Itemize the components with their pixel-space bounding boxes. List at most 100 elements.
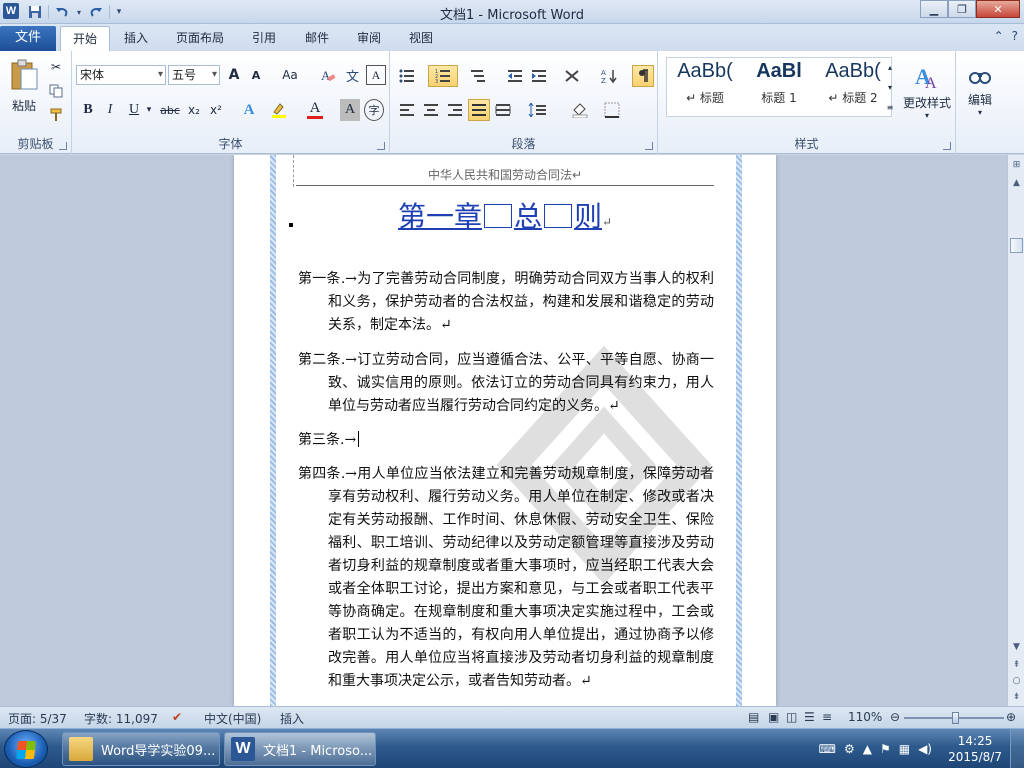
sort-icon[interactable]: AZ (598, 65, 620, 87)
network-icon[interactable]: ▦ (899, 742, 910, 756)
chapter-heading[interactable]: 第一章总则↵ (296, 195, 714, 235)
editing-button[interactable]: 编辑 ▾ (960, 55, 1000, 127)
taskbar-item-word[interactable]: W 文档1 - Microso... (224, 732, 376, 766)
multilevel-list-icon[interactable] (466, 65, 490, 87)
volume-icon[interactable]: ◀) (918, 742, 932, 756)
vertical-scrollbar[interactable]: ⊞ ▲ ▼ ⇞ ○ ⇟ (1007, 155, 1024, 706)
align-left-icon[interactable] (396, 99, 418, 121)
show-marks-icon[interactable] (632, 65, 654, 87)
bullets-icon[interactable] (396, 65, 418, 87)
proofing-icon[interactable]: ✔ (172, 710, 182, 724)
highlight-icon[interactable] (268, 99, 290, 121)
word-count[interactable]: 字数: 11,097 (84, 710, 158, 727)
document-page[interactable]: 中华人民共和国劳动合同法↵ 第一章总则↵ 第一条.→为了完善劳动合同制度，明确劳… (234, 155, 776, 706)
scroll-down-icon[interactable]: ▼ (1010, 641, 1023, 654)
previous-page-icon[interactable]: ⇞ (1010, 659, 1023, 672)
tab-file[interactable]: 文件 (0, 26, 56, 51)
char-shading-button[interactable]: A (340, 99, 360, 121)
web-layout-view-icon[interactable]: ◫ (786, 710, 797, 724)
styles-more-icon[interactable]: ≡ (884, 97, 896, 117)
keyboard-icon[interactable]: ⌨ (819, 742, 836, 756)
change-case-button[interactable]: Aa (276, 65, 304, 85)
shading-icon[interactable] (566, 99, 594, 121)
zoom-level[interactable]: 110% (848, 710, 882, 724)
align-center-icon[interactable] (420, 99, 442, 121)
page-count[interactable]: 页面: 5/37 (8, 710, 67, 727)
font-size-combo[interactable]: 五号 (168, 65, 220, 85)
tab-references[interactable]: 引用 (242, 26, 286, 51)
underline-dropdown-icon[interactable]: ▾ (144, 99, 154, 121)
font-color-button[interactable]: A (304, 99, 326, 121)
paragraph-launcher-icon[interactable] (645, 142, 653, 150)
article-4[interactable]: 第四条.→用人单位应当依法建立和完善劳动规章制度，保障劳动者享有劳动权利、履行劳… (298, 463, 714, 693)
italic-button[interactable]: I (100, 99, 120, 121)
article-3[interactable]: 第三条.→ (298, 429, 714, 452)
tab-home[interactable]: 开始 (60, 26, 110, 51)
shrink-font-button[interactable]: A (246, 65, 266, 85)
tab-page-layout[interactable]: 页面布局 (168, 26, 232, 51)
style-item-heading-1[interactable]: AaBl 标题 1 (743, 60, 815, 116)
bold-button[interactable]: B (78, 99, 98, 121)
align-right-icon[interactable] (444, 99, 466, 121)
full-screen-view-icon[interactable]: ▣ (768, 710, 779, 724)
draft-view-icon[interactable]: ≡ (822, 710, 832, 724)
page-header-text[interactable]: 中华人民共和国劳动合同法↵ (296, 166, 714, 183)
insert-mode-indicator[interactable]: 插入 (280, 710, 304, 727)
superscript-button[interactable]: x² (206, 99, 226, 121)
char-border-icon[interactable]: A (366, 65, 386, 85)
decrease-indent-icon[interactable] (504, 65, 526, 87)
show-desktop-button[interactable] (1010, 729, 1024, 768)
next-page-icon[interactable]: ⇟ (1010, 691, 1023, 704)
tab-review[interactable]: 审阅 (347, 26, 391, 51)
paste-button[interactable]: 粘贴 (6, 55, 42, 117)
font-launcher-icon[interactable] (377, 142, 385, 150)
clipboard-launcher-icon[interactable] (59, 142, 67, 150)
action-center-icon[interactable]: ⚑ (880, 742, 891, 756)
copy-icon[interactable] (46, 81, 66, 101)
tab-view[interactable]: 视图 (399, 26, 443, 51)
zoom-in-icon[interactable]: ⊕ (1006, 710, 1016, 724)
cut-icon[interactable]: ✂ (46, 57, 66, 77)
scroll-thumb[interactable] (1010, 238, 1023, 253)
tab-insert[interactable]: 插入 (114, 26, 158, 51)
style-item-title[interactable]: AaBb( ↵ 标题 (669, 60, 741, 116)
styles-scroll-up-icon[interactable]: ▴ (884, 57, 896, 77)
clear-formatting-icon[interactable]: A (318, 65, 338, 85)
zoom-out-icon[interactable]: ⊖ (890, 710, 900, 724)
print-layout-view-icon[interactable]: ▤ (748, 710, 759, 724)
underline-button[interactable]: U (124, 99, 144, 121)
distributed-icon[interactable] (492, 99, 514, 121)
document-area[interactable]: 中华人民共和国劳动合同法↵ 第一章总则↵ 第一条.→为了完善劳动合同制度，明确劳… (0, 155, 1007, 706)
font-name-combo[interactable]: 宋体 (76, 65, 166, 85)
chinese-layout-icon[interactable] (560, 65, 586, 87)
borders-icon[interactable] (598, 99, 626, 121)
minimize-ribbon-icon[interactable]: ⌃ (994, 29, 1004, 43)
scroll-up-icon[interactable]: ▲ (1010, 177, 1023, 190)
phonetic-guide-icon[interactable]: 文 (342, 65, 362, 85)
article-1[interactable]: 第一条.→为了完善劳动合同制度，明确劳动合同双方当事人的权利和义务，保护劳动者的… (298, 268, 714, 337)
line-spacing-icon[interactable] (524, 99, 552, 121)
taskbar-item-explorer[interactable]: Word导学实验09... (62, 732, 220, 766)
subscript-button[interactable]: x₂ (184, 99, 204, 121)
change-styles-button[interactable]: AA 更改样式 ▾ (900, 55, 954, 127)
grow-font-button[interactable]: A (224, 65, 244, 85)
ime-icon[interactable]: ⚙ (844, 742, 855, 756)
numbering-icon[interactable]: 123 (428, 65, 458, 87)
justify-icon[interactable] (468, 99, 490, 121)
tray-expand-icon[interactable]: ▲ (863, 742, 872, 756)
close-button[interactable]: ✕ (976, 0, 1020, 18)
style-item-heading-2[interactable]: AaBb( ↵ 标题 2 (817, 60, 889, 116)
zoom-slider-thumb[interactable] (952, 712, 959, 724)
minimize-button[interactable]: ▁ (920, 0, 948, 18)
strikethrough-button[interactable]: abc (158, 99, 182, 121)
article-2[interactable]: 第二条.→订立劳动合同，应当遵循合法、公平、平等自愿、协商一致、诚实信用的原则。… (298, 349, 714, 418)
outline-view-icon[interactable]: ☰ (804, 710, 815, 724)
language-indicator[interactable]: 中文(中国) (204, 710, 261, 727)
start-button[interactable] (4, 730, 48, 768)
text-effects-button[interactable]: A (238, 99, 260, 121)
styles-launcher-icon[interactable] (943, 142, 951, 150)
help-icon[interactable]: ? (1012, 29, 1018, 43)
browse-object-icon[interactable]: ○ (1010, 675, 1023, 688)
format-painter-icon[interactable] (46, 105, 66, 125)
maximize-button[interactable]: ❐ (948, 0, 976, 18)
